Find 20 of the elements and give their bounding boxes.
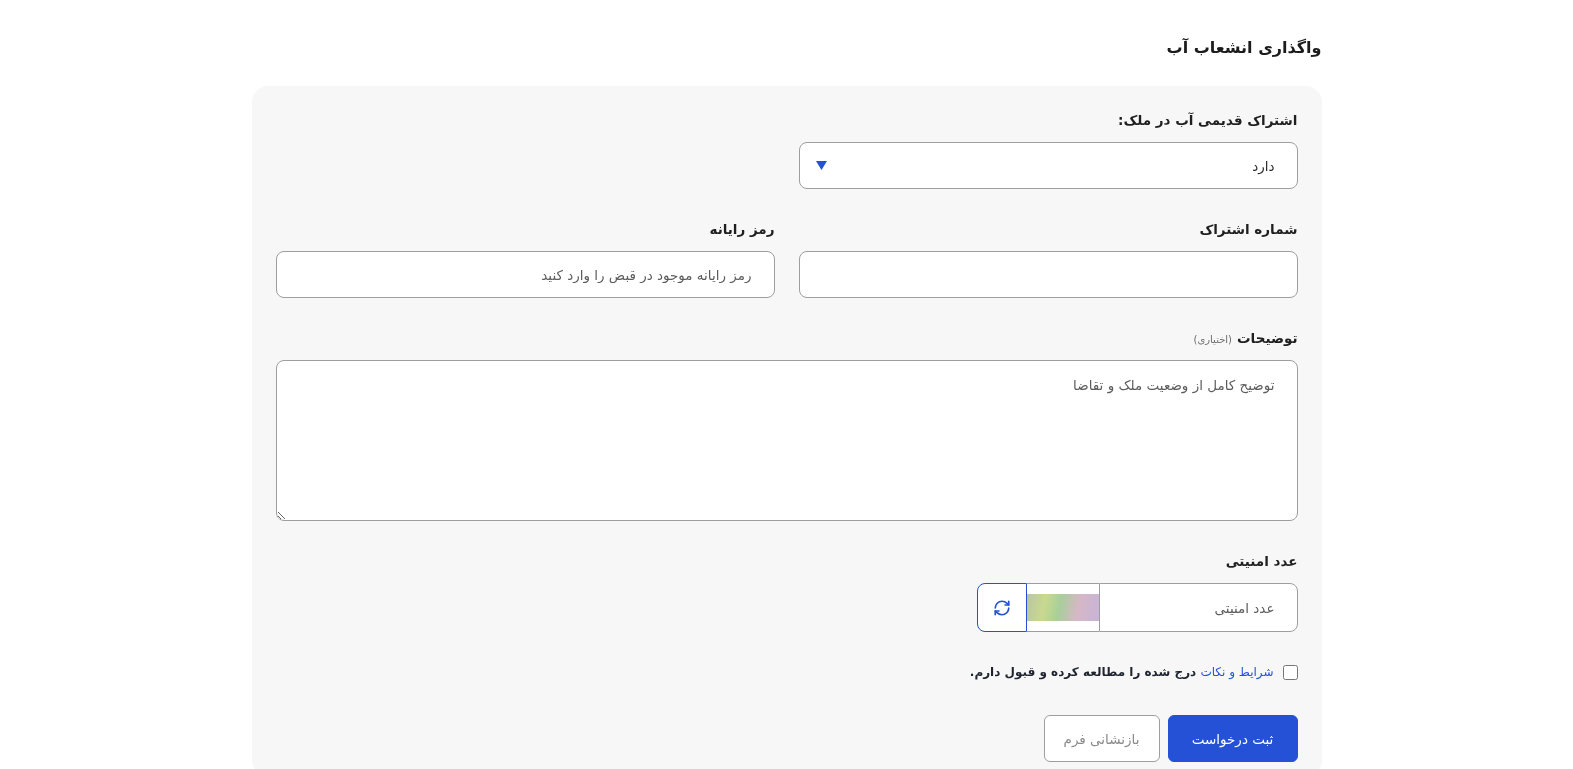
textarea-field[interactable]: توضیح کامل از وضعیت ملک و تقاضا: [275, 360, 1298, 521]
submit-button[interactable]: ثبت درخواست: [1167, 715, 1298, 762]
input-field[interactable]: [798, 251, 1298, 298]
refresh-button[interactable]: [976, 583, 1027, 632]
field-label: توضیحات: [1237, 329, 1298, 348]
refresh-icon: [992, 598, 1011, 617]
reset-button[interactable]: بازنشانی فرم: [1043, 715, 1160, 762]
field-label: شماره اشتراک: [1199, 220, 1298, 239]
checkbox[interactable]: [1282, 664, 1298, 680]
input-field[interactable]: عدد امنیتی: [1098, 583, 1298, 632]
terms-link[interactable]: شرایط و نکات: [1200, 665, 1274, 679]
terms-text: شرایط و نکات درج شده را مطالعه کرده و قبول دارم.: [969, 664, 1274, 682]
optional-hint: (اختیاری): [1193, 333, 1233, 347]
field-label: عدد امنیتی: [1225, 552, 1298, 571]
select-field[interactable]: دارد: [798, 142, 1298, 189]
caret-icon: [815, 161, 827, 170]
field-label: اشتراک قدیمی آب در ملک:: [1118, 111, 1298, 130]
page-title: واگذاری انشعاب آب: [1166, 37, 1322, 59]
input-field[interactable]: رمز رایانه موجود در قبض را وارد کنید: [275, 251, 775, 298]
field-label: رمز رایانه: [709, 220, 775, 239]
